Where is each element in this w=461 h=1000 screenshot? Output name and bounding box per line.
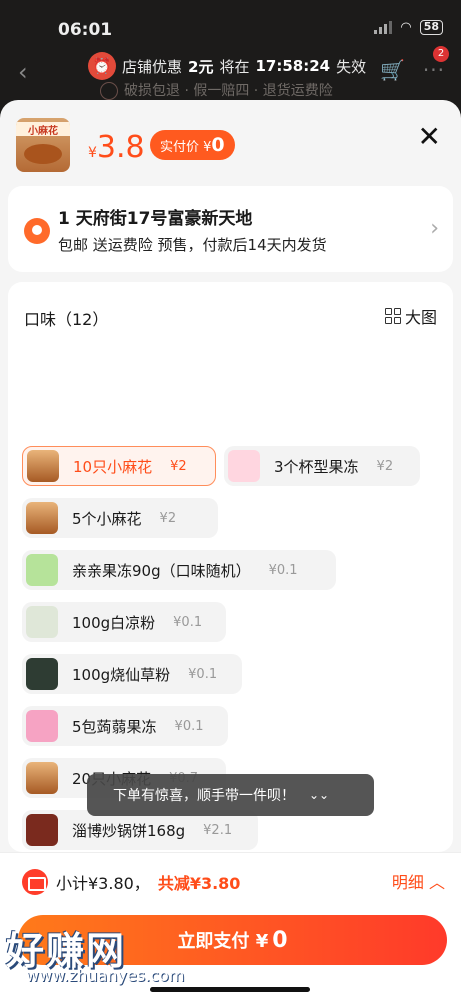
- flavor-option[interactable]: 淄博炒锅饼168g ¥2.1: [22, 810, 258, 850]
- address-card[interactable]: 1 天府街17号富豪新天地 包邮 送运费险 预售，付款后14天内发货 ›: [8, 186, 453, 272]
- sku-selection-sheet: 小麻花 ¥3.8 实付价 ¥0 ✕ 1 天府街17号富豪新天地 包邮 送运费险 …: [0, 100, 461, 1000]
- grid-icon: [384, 308, 401, 324]
- product-thumbnail[interactable]: 小麻花: [16, 118, 70, 172]
- product-header: 小麻花 ¥3.8 实付价 ¥0 ✕: [0, 100, 461, 186]
- flavor-option[interactable]: 3个杯型果冻 ¥2: [224, 446, 420, 486]
- flavor-header: 口味（12）: [24, 310, 109, 329]
- store-promo-banner: ⏰ 店铺优惠 2元 将在 17:58:24 失效: [88, 52, 366, 80]
- flavor-option[interactable]: 100g白凉粉 ¥0.1: [22, 602, 226, 642]
- real-price-value: 0: [211, 134, 225, 156]
- option-price: ¥0.1: [188, 666, 218, 682]
- option-name: 5包蒟蒻果冻: [72, 717, 157, 736]
- promo-mid: 将在: [219, 57, 250, 76]
- option-name: 亲亲果冻90g（口味随机）: [72, 561, 251, 580]
- service-guarantee-strip: 破损包退 · 假一赔四 · 退货运费险: [100, 80, 333, 100]
- flavor-option[interactable]: 100g烧仙草粉 ¥0.1: [22, 654, 242, 694]
- price-value: 3.8: [96, 130, 145, 165]
- option-price: ¥2: [170, 458, 187, 474]
- flavor-option[interactable]: 5个小麻花 ¥2: [22, 498, 218, 538]
- detail-button[interactable]: 明细 ︿: [392, 869, 445, 893]
- option-price: ¥0.1: [268, 562, 298, 578]
- option-name: 100g烧仙草粉: [72, 665, 171, 684]
- location-pin-icon: [24, 218, 50, 244]
- product-price: ¥3.8: [88, 130, 145, 165]
- address-line: 1 天府街17号富豪新天地: [58, 209, 253, 229]
- option-thumbnail: [26, 762, 58, 794]
- thumbnail-label: 小麻花: [16, 122, 70, 137]
- pay-amount: 0: [272, 927, 288, 953]
- big-picture-label: 大图: [404, 308, 437, 327]
- watermark-url: www.zhuanyes.com: [26, 966, 185, 985]
- option-thumbnail: [27, 450, 59, 482]
- upsell-toast[interactable]: 下单有惊喜，顺手带一件呗！ ⌄⌄: [87, 774, 374, 816]
- flavor-option[interactable]: 5包蒟蒻果冻 ¥0.1: [22, 706, 228, 746]
- battery-icon: 58: [419, 20, 443, 35]
- alarm-clock-icon: ⏰: [88, 52, 116, 80]
- check-circle-icon: [100, 82, 118, 100]
- option-price: ¥0.1: [173, 614, 203, 630]
- option-name: 3个杯型果冻: [274, 457, 359, 476]
- option-thumbnail: [26, 710, 58, 742]
- option-thumbnail: [26, 606, 58, 638]
- home-indicator: [150, 987, 310, 992]
- option-name: 5个小麻花: [72, 509, 142, 528]
- status-time: 06:01: [58, 20, 113, 40]
- real-price-badge: 实付价 ¥0: [150, 130, 235, 160]
- option-thumbnail: [26, 658, 58, 690]
- signal-icon: [374, 21, 393, 34]
- promo-suffix: 失效: [336, 57, 367, 76]
- option-price: ¥0.1: [174, 718, 204, 734]
- status-bar: 06:01 ◠ 58: [0, 0, 461, 48]
- wifi-icon: ◠: [400, 20, 412, 35]
- option-price: ¥2: [159, 510, 177, 526]
- pay-label: 立即支付 ¥: [177, 931, 269, 952]
- option-price: ¥2: [376, 458, 394, 474]
- promo-countdown: 17:58:24: [255, 57, 331, 75]
- service-strip-text: 破损包退 · 假一赔四 · 退货运费险: [124, 83, 333, 99]
- option-thumbnail: [26, 814, 58, 846]
- subtotal-row: 小计¥3.80， 共减¥3.80: [22, 869, 240, 895]
- option-thumbnail: [26, 554, 58, 586]
- cart-icon[interactable]: 🛒: [380, 58, 405, 82]
- chevron-right-icon: ›: [430, 216, 439, 241]
- real-price-label: 实付价 ¥: [160, 140, 212, 155]
- status-icons: ◠ 58: [374, 20, 443, 35]
- flavor-option[interactable]: 10只小麻花 ¥2: [22, 446, 216, 486]
- option-price: ¥2.1: [203, 822, 233, 838]
- shipping-info: 包邮 送运费险 预售，付款后14天内发货: [58, 236, 327, 254]
- close-icon[interactable]: ✕: [418, 120, 441, 153]
- option-thumbnail: [26, 502, 58, 534]
- chevron-up-icon: ︿: [428, 873, 445, 892]
- back-icon[interactable]: ‹: [18, 58, 28, 86]
- chevron-double-down-icon: ⌄⌄: [309, 788, 330, 802]
- flavor-options-card: 口味（12） 大图 10只小麻花 ¥2 3个杯型果冻 ¥2 5个小麻花 ¥2 亲亲果冻90g…: [8, 282, 453, 852]
- toast-text: 下单有惊喜，顺手带一件呗！: [113, 788, 295, 804]
- option-name: 100g白凉粉: [72, 613, 156, 632]
- flavor-option[interactable]: 亲亲果冻90g（口味随机） ¥0.1: [22, 550, 336, 590]
- option-name: 淄博炒锅饼168g: [72, 821, 186, 840]
- notification-badge: 2: [433, 46, 449, 62]
- price-currency: ¥: [88, 145, 97, 161]
- option-thumbnail: [228, 450, 260, 482]
- subtotal-text: 小计¥3.80，: [56, 874, 150, 893]
- promo-amount: 2元: [188, 57, 214, 76]
- option-name: 10只小麻花: [73, 457, 153, 476]
- coupon-icon: [22, 869, 48, 895]
- discount-text: 共减¥3.80: [157, 874, 241, 893]
- promo-prefix: 店铺优惠: [122, 57, 183, 76]
- detail-label: 明细: [391, 873, 424, 892]
- big-picture-toggle[interactable]: 大图: [384, 304, 437, 328]
- snack-image: [24, 144, 62, 164]
